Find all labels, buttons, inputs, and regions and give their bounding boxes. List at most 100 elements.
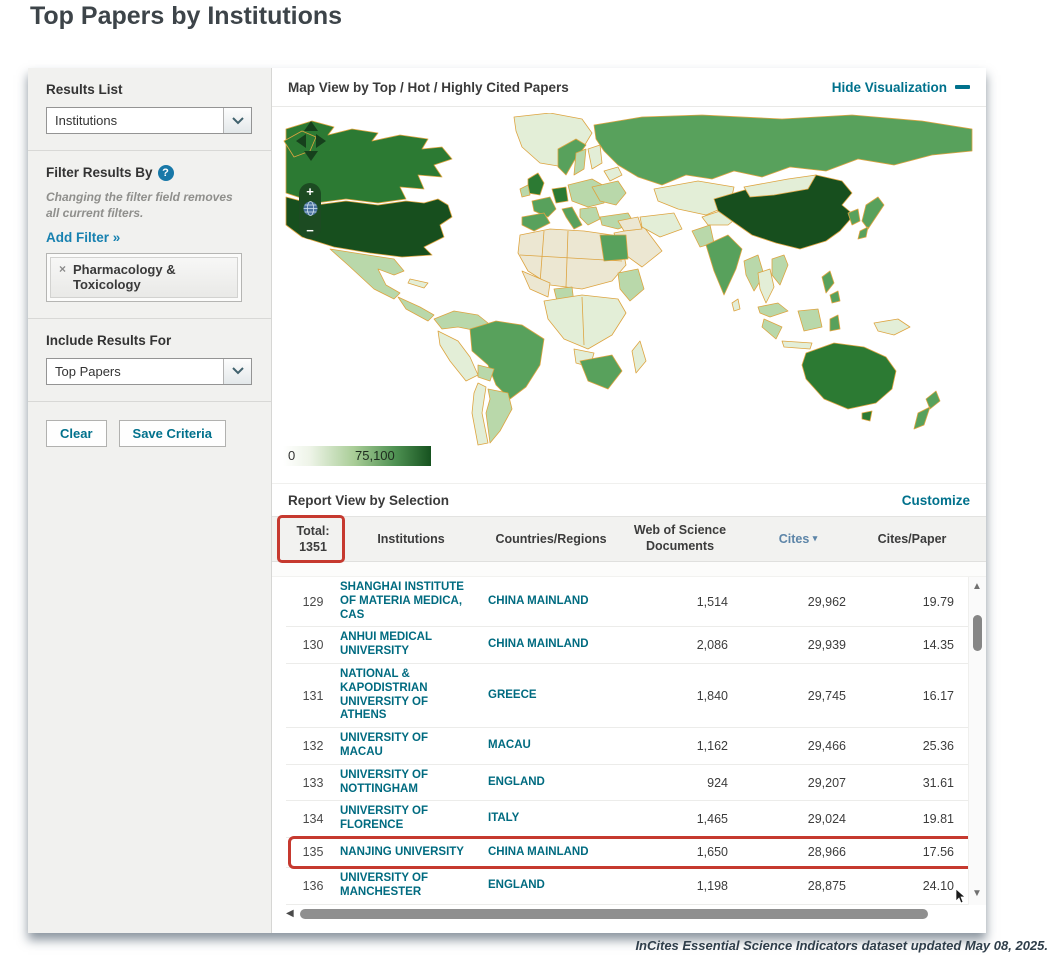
total-count: Total: 1351 — [277, 514, 345, 564]
filter-tag-label: Pharmacology & Toxicology — [73, 261, 176, 293]
row-rank: 132 — [302, 738, 324, 753]
filter-note: Changing the filter field removes all cu… — [46, 190, 233, 221]
content-area: Map View by Top / Hot / Highly Cited Pap… — [272, 68, 986, 933]
report-view-header: Report View by Selection Customize — [272, 483, 986, 516]
results-list-select[interactable]: Institutions — [46, 107, 252, 134]
row-documents: 1,840 — [696, 688, 728, 703]
row-institution-link[interactable]: NATIONAL & KAPODISTRIAN UNIVERSITY OF AT… — [340, 668, 482, 723]
row-cites: 29,939 — [807, 638, 846, 653]
table-row[interactable]: 136 UNIVERSITY OF MANCHESTER ENGLAND 1,1… — [286, 868, 969, 905]
table-row[interactable]: 129 SHANGHAI INSTITUTE OF MATERIA MEDICA… — [286, 577, 969, 628]
column-header-institutions: Institutions — [377, 532, 445, 546]
zoom-in-button[interactable]: + — [306, 185, 314, 198]
world-map[interactable] — [282, 113, 974, 448]
table-row[interactable]: 133 UNIVERSITY OF NOTTINGHAM ENGLAND 924… — [286, 765, 969, 802]
save-criteria-button[interactable]: Save Criteria — [118, 419, 227, 447]
row-cites-per-paper: 19.81 — [922, 812, 954, 827]
panel-bottom-padding — [272, 923, 986, 933]
chevron-down-icon[interactable] — [223, 358, 251, 384]
column-header-cites-per-paper: Cites/Paper — [877, 532, 947, 546]
scroll-up-icon[interactable]: ▲ — [972, 581, 982, 592]
collapse-minus-icon[interactable] — [955, 85, 970, 89]
dataset-update-note: InCites Essential Science Indicators dat… — [635, 938, 1048, 953]
include-results-select[interactable]: Top Papers — [46, 357, 252, 385]
row-institution-link[interactable]: UNIVERSITY OF FLORENCE — [340, 805, 482, 833]
row-documents: 1,514 — [696, 594, 728, 609]
row-cites-per-paper: 17.56 — [922, 845, 954, 860]
horizontal-scrollbar-thumb[interactable] — [300, 909, 928, 919]
horizontal-scrollbar[interactable]: ◀ — [272, 888, 986, 923]
row-documents: 924 — [707, 775, 728, 790]
customize-link[interactable]: Customize — [902, 493, 970, 508]
filter-by-label-text: Filter Results By — [46, 165, 153, 180]
scroll-down-icon[interactable]: ▼ — [972, 888, 982, 899]
row-rank: 131 — [302, 688, 324, 703]
row-documents: 1,465 — [696, 812, 728, 827]
row-institution-link[interactable]: UNIVERSITY OF NOTTINGHAM — [340, 769, 482, 797]
row-institution-link[interactable]: UNIVERSITY OF MACAU — [340, 732, 482, 760]
table-row[interactable]: 135 NANJING UNIVERSITY CHINA MAINLAND 1,… — [286, 835, 983, 869]
globe-icon[interactable] — [303, 201, 318, 221]
filter-section: Filter Results By? Changing the filter f… — [28, 150, 271, 318]
map-pan-control[interactable] — [294, 119, 328, 168]
map-color-legend: 0 75,100 — [283, 446, 431, 466]
table-body: 129 SHANGHAI INSTITUTE OF MATERIA MEDICA… — [272, 577, 986, 905]
map-zoom-control[interactable]: + − — [299, 183, 321, 239]
vertical-scrollbar-thumb[interactable] — [973, 615, 982, 651]
table-row[interactable]: 132 UNIVERSITY OF MACAU MACAU 1,162 29,4… — [286, 728, 969, 765]
row-cites-per-paper: 19.79 — [922, 594, 954, 609]
row-documents: 2,086 — [696, 638, 728, 653]
hide-visualization-link[interactable]: Hide Visualization — [832, 80, 970, 95]
hide-visualization-label: Hide Visualization — [831, 79, 947, 95]
chevron-down-icon[interactable] — [223, 108, 251, 133]
zoom-out-button[interactable]: − — [306, 224, 314, 237]
legend-max-value: 75,100 — [355, 448, 395, 463]
table-row[interactable]: 131 NATIONAL & KAPODISTRIAN UNIVERSITY O… — [286, 664, 969, 729]
scroll-left-icon[interactable]: ◀ — [286, 908, 294, 919]
row-cites: 29,207 — [807, 775, 846, 790]
sort-descending-icon: ▾ — [812, 533, 818, 543]
row-institution-link[interactable]: NANJING UNIVERSITY — [340, 846, 482, 860]
mouse-cursor-icon — [955, 888, 966, 909]
row-rank: 129 — [302, 594, 324, 609]
include-results-label: Include Results For — [46, 332, 172, 348]
row-cites: 28,875 — [807, 878, 846, 893]
help-icon[interactable]: ? — [157, 165, 174, 182]
column-header-cites-sortable[interactable]: Cites ▾ — [740, 532, 856, 546]
results-list-value: Institutions — [55, 113, 118, 128]
row-country: MACAU — [488, 739, 531, 752]
row-institution-link[interactable]: SHANGHAI INSTITUTE OF MATERIA MEDICA, CA… — [340, 581, 482, 622]
vertical-scrollbar[interactable]: ▲ ▼ — [968, 577, 986, 905]
row-country: ITALY — [488, 812, 520, 825]
row-institution-link[interactable]: ANHUI MEDICAL UNIVERSITY — [340, 631, 482, 659]
table-spacer — [272, 562, 986, 577]
table-row[interactable]: 134 UNIVERSITY OF FLORENCE ITALY 1,465 2… — [286, 801, 969, 838]
report-view-title: Report View by Selection — [288, 492, 450, 508]
row-country: CHINA MAINLAND — [488, 638, 589, 651]
row-institution-link[interactable]: UNIVERSITY OF MANCHESTER — [340, 872, 482, 900]
row-documents: 1,650 — [696, 845, 728, 860]
row-cites-per-paper: 24.10 — [922, 878, 954, 893]
column-header-documents: Web of Science Documents — [633, 523, 727, 553]
results-list-section: Results List Institutions — [28, 68, 271, 150]
total-label: Total: — [296, 523, 330, 538]
remove-filter-icon[interactable]: × — [59, 262, 66, 276]
map-view-title: Map View by Top / Hot / Highly Cited Pap… — [288, 79, 569, 95]
table-row[interactable]: 130 ANHUI MEDICAL UNIVERSITY CHINA MAINL… — [286, 627, 969, 664]
row-cites: 28,966 — [807, 845, 846, 860]
row-country: ENGLAND — [488, 878, 545, 891]
clear-button[interactable]: Clear — [46, 419, 107, 447]
row-cites: 29,024 — [807, 812, 846, 827]
row-cites-per-paper: 31.61 — [922, 775, 954, 790]
total-value: 1351 — [299, 540, 327, 554]
row-cites: 29,745 — [807, 688, 846, 703]
include-results-section: Include Results For Top Papers — [28, 317, 271, 401]
filter-tag[interactable]: × Pharmacology & Toxicology — [50, 256, 238, 298]
row-documents: 1,198 — [696, 878, 728, 893]
column-header-countries: Countries/Regions — [495, 532, 607, 546]
page-title: Top Papers by Institutions — [30, 2, 343, 30]
filter-tag-container: × Pharmacology & Toxicology — [46, 252, 242, 302]
add-filter-link[interactable]: Add Filter » — [46, 230, 120, 245]
row-cites-per-paper: 16.17 — [922, 688, 954, 703]
row-country: GREECE — [488, 688, 537, 701]
